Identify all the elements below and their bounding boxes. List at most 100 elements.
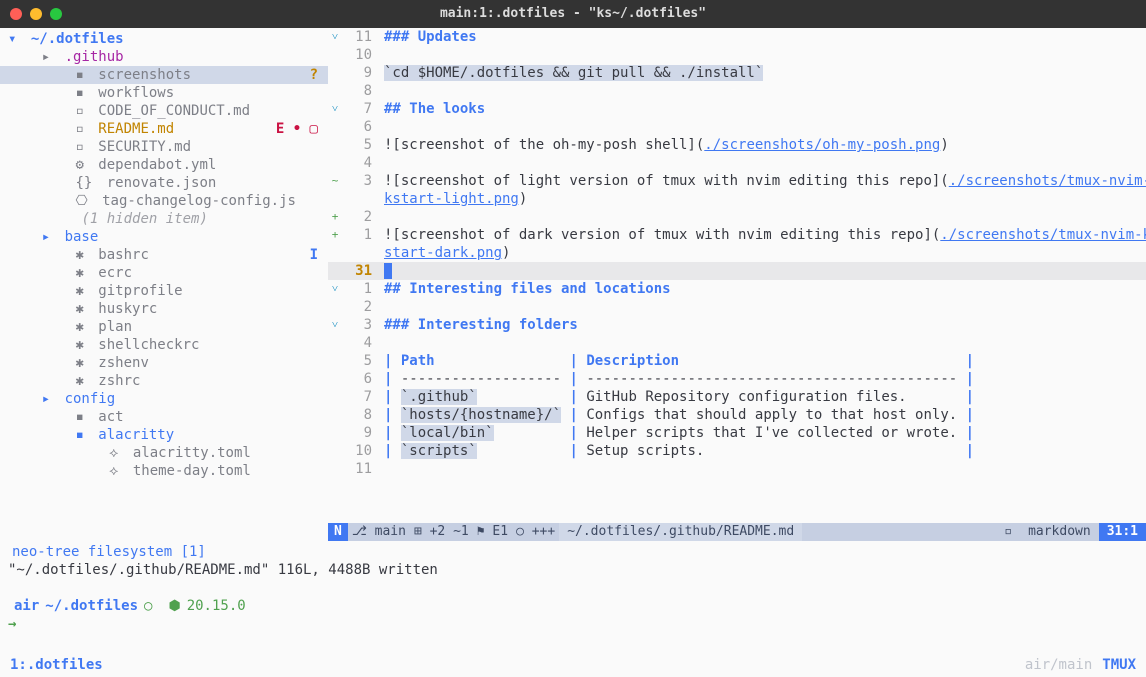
tree-item-name: theme-day.toml bbox=[133, 462, 251, 480]
shell-prompt-line2[interactable]: → bbox=[8, 615, 1138, 633]
shell-prompt[interactable]: air ~/.dotfiles ○ ⬢ 20.15.0 bbox=[8, 597, 1138, 615]
close-button[interactable] bbox=[10, 8, 22, 20]
tree-item-name: workflows bbox=[98, 84, 174, 102]
filetype-icon: ▫ bbox=[996, 523, 1020, 541]
editor-line[interactable]: start-dark.png) bbox=[328, 244, 1146, 262]
tree-item[interactable]: ✱ zshrc bbox=[0, 372, 328, 390]
tree-item[interactable]: ✱ shellcheckrc bbox=[0, 336, 328, 354]
tree-statusline: neo-tree filesystem [1] bbox=[8, 543, 1138, 561]
editor-line[interactable]: 9| `local/bin` | Helper scripts that I'v… bbox=[328, 424, 1146, 442]
editor-line[interactable]: 5| Path | Description | bbox=[328, 352, 1146, 370]
file-icon: ✱ bbox=[75, 318, 92, 336]
tmux-label: TMUX bbox=[1102, 656, 1136, 674]
editor-line[interactable]: 9`cd $HOME/.dotfiles && git pull && ./in… bbox=[328, 64, 1146, 82]
tree-item[interactable]: ⟡ alacritty.toml bbox=[0, 444, 328, 462]
editor-line[interactable]: ˅1## Interesting files and locations bbox=[328, 280, 1146, 298]
editor-line[interactable]: ~3![screenshot of light version of tmux … bbox=[328, 172, 1146, 190]
titlebar: main:1:.dotfiles - "ks~/.dotfiles" bbox=[0, 0, 1146, 28]
file-tree[interactable]: ▾ ~/.dotfiles ▸ .github ▪ screenshots? ▪… bbox=[0, 28, 328, 541]
editor-content[interactable]: ˅11### Updates109`cd $HOME/.dotfiles && … bbox=[328, 28, 1146, 523]
tree-item[interactable]: ▪ workflows bbox=[0, 84, 328, 102]
minimize-button[interactable] bbox=[30, 8, 42, 20]
editor-line[interactable]: +1![screenshot of dark version of tmux w… bbox=[328, 226, 1146, 244]
save-indicator: ○ +++ bbox=[512, 523, 559, 541]
tree-item-name: (1 hidden item) bbox=[81, 210, 207, 228]
tree-item[interactable]: ⟡ theme-day.toml bbox=[0, 462, 328, 480]
tmux-window[interactable]: 1:.dotfiles bbox=[10, 656, 103, 674]
editor-line[interactable]: 6| ------------------- | ---------------… bbox=[328, 370, 1146, 388]
editor-line[interactable]: 10| `scripts` | Setup scripts. | bbox=[328, 442, 1146, 460]
editor-line[interactable]: 10 bbox=[328, 46, 1146, 64]
tree-item[interactable]: {} renovate.json bbox=[0, 174, 328, 192]
tree-item-name: alacritty bbox=[98, 426, 174, 444]
editor-line[interactable]: 4 bbox=[328, 154, 1146, 172]
sign-column: ˅ bbox=[328, 316, 342, 334]
editor-pane[interactable]: ˅11### Updates109`cd $HOME/.dotfiles && … bbox=[328, 28, 1146, 541]
file-icon: ✱ bbox=[75, 300, 92, 318]
git-diff: ⊞ +2 ~1 bbox=[410, 523, 473, 541]
file-icon: ✱ bbox=[75, 246, 92, 264]
tree-item[interactable]: ✱ bashrcI bbox=[0, 246, 328, 264]
tree-item[interactable]: ▪ act bbox=[0, 408, 328, 426]
git-icon: ○ bbox=[144, 597, 152, 615]
tmux-statusbar: 1:.dotfiles air/main TMUX bbox=[0, 653, 1146, 677]
line-content: | `scripts` | Setup scripts. | bbox=[384, 442, 1146, 460]
editor-line[interactable]: 8| `hosts/{hostname}/` | Configs that sh… bbox=[328, 406, 1146, 424]
tree-item[interactable]: ▪ alacritty bbox=[0, 426, 328, 444]
editor-line[interactable]: 4 bbox=[328, 334, 1146, 352]
tree-item[interactable]: ▸ .github bbox=[0, 48, 328, 66]
tree-item[interactable]: ✱ plan bbox=[0, 318, 328, 336]
tree-item[interactable]: ▫ README.mdE • ▢ bbox=[0, 120, 328, 138]
maximize-button[interactable] bbox=[50, 8, 62, 20]
folder-icon: ▾ bbox=[8, 30, 25, 48]
line-number: 31 bbox=[342, 262, 380, 280]
editor-line[interactable]: ˅11### Updates bbox=[328, 28, 1146, 46]
line-content: kstart-light.png) bbox=[384, 190, 1146, 208]
tree-item[interactable]: (1 hidden item) bbox=[0, 210, 328, 228]
sign-column: ˅ bbox=[328, 280, 342, 298]
tree-item-name: dependabot.yml bbox=[98, 156, 216, 174]
tree-item[interactable]: ▪ screenshots? bbox=[0, 66, 328, 84]
line-number: 5 bbox=[342, 352, 380, 370]
sign-column: ~ bbox=[328, 172, 342, 190]
editor-line[interactable]: kstart-light.png) bbox=[328, 190, 1146, 208]
editor-line[interactable]: 8 bbox=[328, 82, 1146, 100]
line-number: 4 bbox=[342, 154, 380, 172]
tree-item-name: tag-changelog-config.js bbox=[102, 192, 296, 210]
tree-item[interactable]: ✱ zshenv bbox=[0, 354, 328, 372]
tree-item[interactable]: ▸ base bbox=[0, 228, 328, 246]
tree-item-name: huskyrc bbox=[98, 300, 157, 318]
prompt-arrow: → bbox=[8, 615, 16, 633]
line-content: | `.github` | GitHub Repository configur… bbox=[384, 388, 1146, 406]
editor-line[interactable]: 6 bbox=[328, 118, 1146, 136]
tree-item-name: base bbox=[65, 228, 99, 246]
editor-line[interactable]: ˅7## The looks bbox=[328, 100, 1146, 118]
editor-line[interactable]: 2 bbox=[328, 298, 1146, 316]
tree-item[interactable]: ▸ config bbox=[0, 390, 328, 408]
tree-item-name: renovate.json bbox=[107, 174, 217, 192]
tree-item[interactable]: ✱ ecrc bbox=[0, 264, 328, 282]
tree-item-name: config bbox=[65, 390, 116, 408]
line-number: 5 bbox=[342, 136, 380, 154]
tree-item-name: CODE_OF_CONDUCT.md bbox=[98, 102, 250, 120]
tree-item-name: SECURITY.md bbox=[98, 138, 191, 156]
tree-item[interactable]: ⎔ tag-changelog-config.js bbox=[0, 192, 328, 210]
editor-line[interactable]: 11 bbox=[328, 460, 1146, 478]
editor-line[interactable]: +2 bbox=[328, 208, 1146, 226]
line-number: 3 bbox=[342, 172, 380, 190]
sign-column: + bbox=[328, 208, 342, 226]
editor-line[interactable]: 7| `.github` | GitHub Repository configu… bbox=[328, 388, 1146, 406]
line-number: 6 bbox=[342, 118, 380, 136]
prompt-host: air bbox=[14, 597, 39, 615]
editor-line[interactable]: 31 bbox=[328, 262, 1146, 280]
tree-item[interactable]: ⚙ dependabot.yml bbox=[0, 156, 328, 174]
tree-root[interactable]: ~/.dotfiles bbox=[31, 30, 124, 48]
tree-item[interactable]: ▫ SECURITY.md bbox=[0, 138, 328, 156]
line-content: ![screenshot of the oh-my-posh shell](./… bbox=[384, 136, 1146, 154]
tree-item-name: .github bbox=[65, 48, 124, 66]
editor-line[interactable]: ˅3### Interesting folders bbox=[328, 316, 1146, 334]
editor-line[interactable]: 5![screenshot of the oh-my-posh shell](.… bbox=[328, 136, 1146, 154]
tree-item[interactable]: ▫ CODE_OF_CONDUCT.md bbox=[0, 102, 328, 120]
tree-item[interactable]: ✱ gitprofile bbox=[0, 282, 328, 300]
tree-item[interactable]: ✱ huskyrc bbox=[0, 300, 328, 318]
